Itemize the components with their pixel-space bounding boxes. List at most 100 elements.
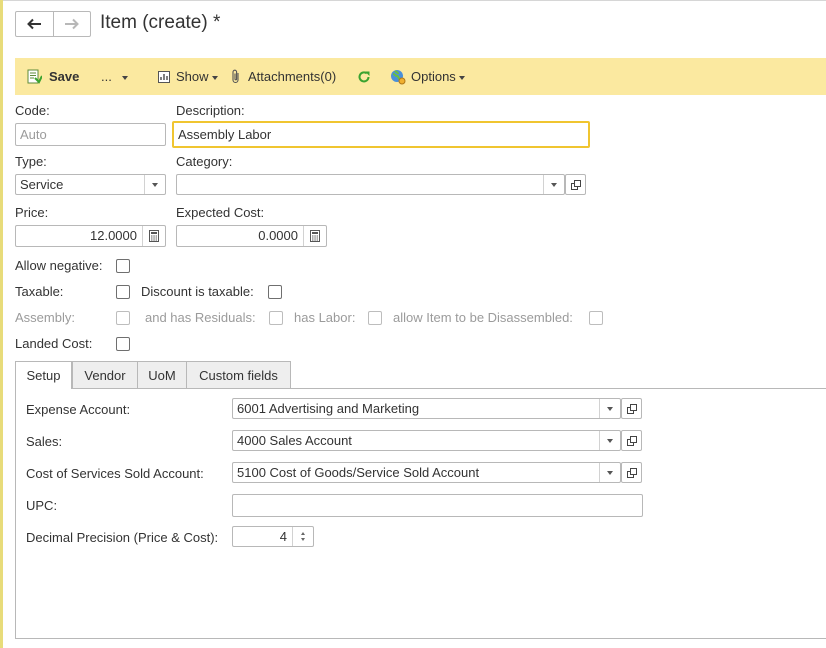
taxable-label: Taxable: (15, 284, 64, 299)
landed-cost-label: Landed Cost: (15, 336, 93, 351)
refresh-button[interactable] (357, 58, 371, 95)
category-select[interactable] (176, 174, 565, 195)
calculator-icon (149, 230, 159, 242)
landed-cost-checkbox[interactable] (116, 337, 130, 351)
category-open-button[interactable] (565, 174, 586, 195)
discount-taxable-label: Discount is taxable: (141, 284, 254, 299)
expected-cost-field[interactable]: 0.0000 (176, 225, 327, 247)
sales-account-open-button[interactable] (621, 430, 642, 451)
save-button[interactable]: Save (26, 58, 79, 95)
expected-cost-calculator-button[interactable] (303, 226, 326, 246)
cost-of-services-dropdown-button[interactable] (599, 463, 620, 482)
expense-account-dropdown-button[interactable] (599, 399, 620, 418)
forward-button[interactable] (52, 12, 91, 36)
allow-disassemble-checkbox[interactable] (589, 311, 603, 325)
attachments-button[interactable]: Attachments(0) (231, 58, 336, 95)
tab-custom-fields[interactable]: Custom fields (186, 361, 291, 388)
expense-account-open-button[interactable] (621, 398, 642, 419)
cost-of-services-label: Cost of Services Sold Account: (26, 466, 204, 481)
chevron-down-icon (607, 470, 613, 475)
assembly-checkbox[interactable] (116, 311, 130, 325)
chevron-down-icon[interactable] (301, 538, 305, 541)
chevron-down-icon (551, 182, 557, 187)
allow-disassemble-label: allow Item to be Disassembled: (393, 310, 573, 325)
show-button[interactable]: Show (157, 58, 218, 95)
category-dropdown-button[interactable] (543, 175, 564, 194)
has-residuals-label: and has Residuals: (145, 310, 256, 325)
open-window-icon (626, 467, 637, 478)
tab-uom[interactable]: UoM (137, 361, 187, 388)
cost-of-services-open-button[interactable] (621, 462, 642, 483)
chevron-up-icon[interactable] (301, 532, 305, 535)
paperclip-icon (232, 69, 239, 84)
expense-account-select[interactable]: 6001 Advertising and Marketing (232, 398, 621, 419)
price-field[interactable]: 12.0000 (15, 225, 166, 247)
decimal-precision-label: Decimal Precision (Price & Cost): (26, 530, 219, 545)
expense-account-value: 6001 Advertising and Marketing (237, 401, 420, 416)
discount-taxable-checkbox[interactable] (268, 285, 282, 299)
type-dropdown-button[interactable] (144, 175, 165, 194)
chevron-down-icon (211, 75, 218, 80)
decimal-precision-field[interactable]: 4 (232, 526, 314, 547)
more-actions-button[interactable]: ... (101, 58, 128, 95)
calculator-icon (310, 230, 320, 242)
arrow-left-icon (27, 18, 42, 30)
chevron-down-icon (607, 406, 613, 411)
expected-cost-label: Expected Cost: (176, 205, 265, 220)
type-select[interactable]: Service (15, 174, 166, 195)
allow-negative-label: Allow negative: (15, 258, 103, 273)
window-edge (0, 0, 3, 648)
code-label: Code: (15, 103, 50, 118)
allow-negative-checkbox[interactable] (116, 259, 130, 273)
save-label: Save (49, 69, 80, 84)
cost-of-services-value: 5100 Cost of Goods/Service Sold Account (237, 465, 480, 480)
upc-label: UPC: (26, 498, 58, 513)
top-divider (3, 0, 826, 1)
sales-account-value: 4000 Sales Account (237, 433, 352, 448)
cost-of-services-select[interactable]: 5100 Cost of Goods/Service Sold Account (232, 462, 621, 483)
type-label: Type: (15, 154, 47, 169)
open-window-icon (626, 403, 637, 414)
report-icon (158, 70, 170, 83)
tab-setup[interactable]: Setup (15, 361, 72, 389)
expense-account-label: Expense Account: (26, 402, 131, 417)
toolbar: Save ... Show Attachments(0) Options (15, 58, 826, 95)
expected-cost-value: 0.0000 (258, 228, 298, 243)
back-button[interactable] (16, 12, 53, 36)
page-title: Item (create) * (100, 12, 221, 33)
chevron-down-icon (607, 438, 613, 443)
options-label: Options (411, 69, 456, 84)
description-field[interactable]: Assembly Labor (172, 121, 590, 148)
show-label: Show (176, 69, 209, 84)
code-field[interactable]: Auto (15, 123, 166, 146)
type-value: Service (20, 177, 64, 192)
chevron-down-icon (152, 182, 158, 187)
price-calculator-button[interactable] (142, 226, 165, 246)
chevron-down-icon (121, 75, 128, 80)
arrow-right-icon (64, 18, 79, 30)
has-labor-checkbox[interactable] (368, 311, 382, 325)
save-document-icon (27, 69, 42, 84)
options-button[interactable]: Options (390, 58, 465, 95)
category-label: Category: (176, 154, 233, 169)
tab-vendor[interactable]: Vendor (72, 361, 138, 388)
attachments-label: Attachments(0) (248, 69, 337, 84)
taxable-checkbox[interactable] (116, 285, 130, 299)
price-label: Price: (15, 205, 49, 220)
has-residuals-checkbox[interactable] (269, 311, 283, 325)
description-label: Description: (176, 103, 245, 118)
decimal-precision-stepper[interactable] (292, 527, 313, 546)
sales-label: Sales: (26, 434, 63, 449)
price-value: 12.0000 (90, 228, 137, 243)
globe-gear-icon (391, 69, 406, 84)
sales-account-dropdown-button[interactable] (599, 431, 620, 450)
has-labor-label: has Labor: (294, 310, 356, 325)
open-window-icon (626, 435, 637, 446)
upc-field[interactable] (232, 494, 643, 517)
sales-account-select[interactable]: 4000 Sales Account (232, 430, 621, 451)
refresh-icon (358, 70, 370, 82)
more-actions-label: ... (101, 69, 112, 84)
navigation-buttons (15, 11, 91, 37)
open-window-icon (570, 179, 581, 190)
assembly-label: Assembly: (15, 310, 75, 325)
